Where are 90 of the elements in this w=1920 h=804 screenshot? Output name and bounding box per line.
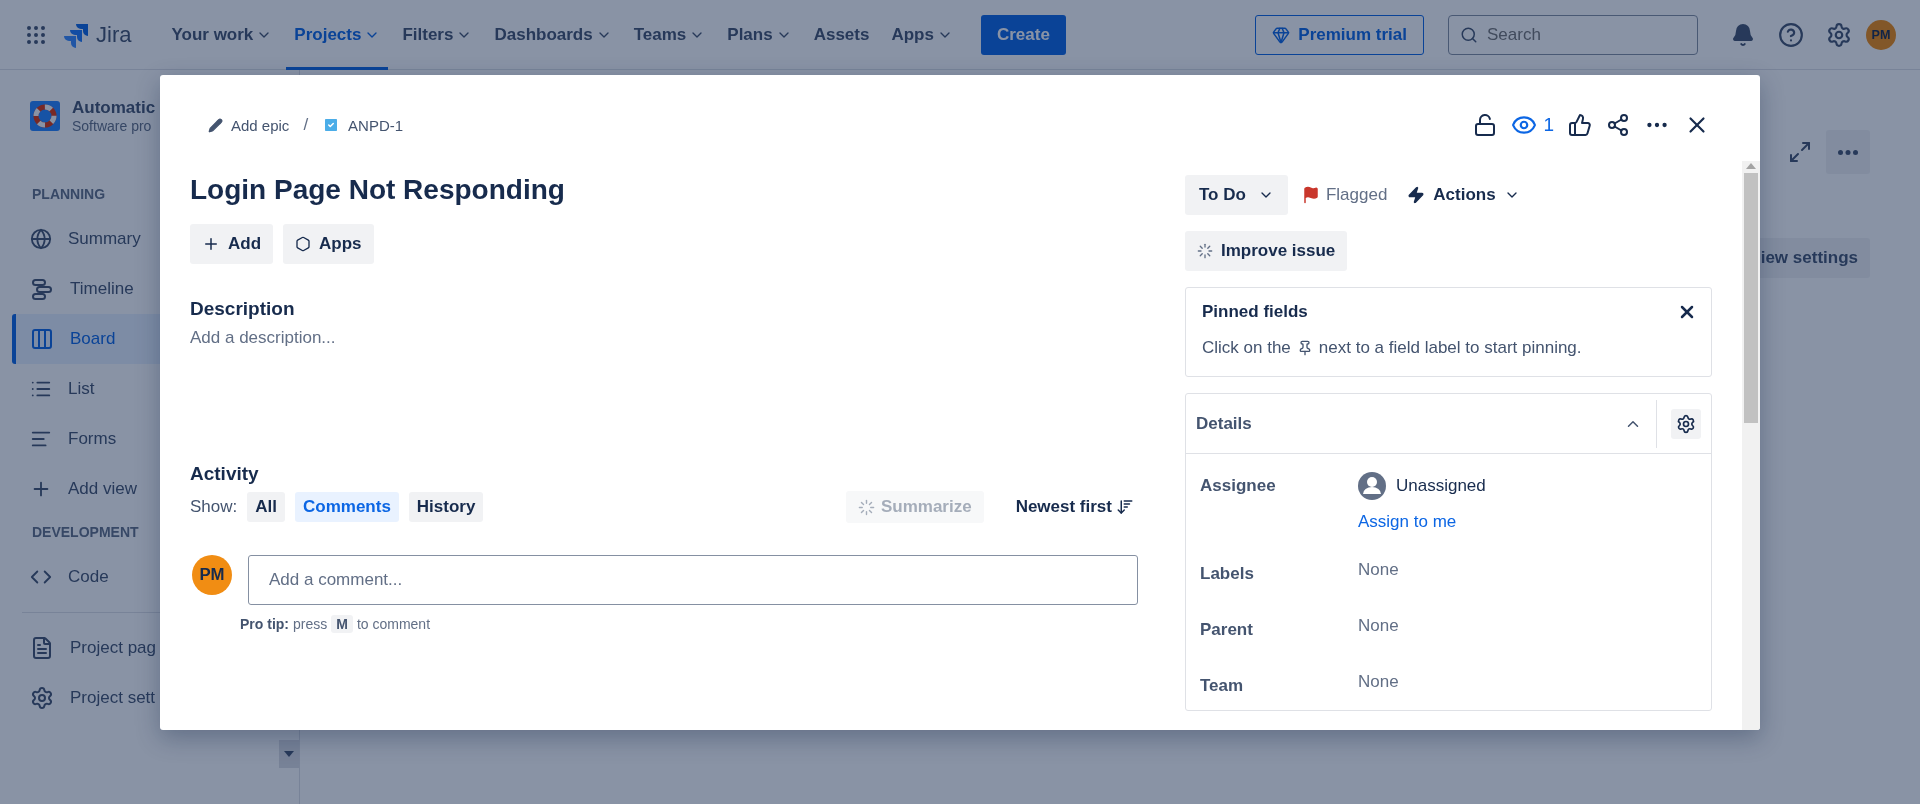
board-icon bbox=[30, 327, 54, 351]
improve-issue-button[interactable]: Improve issue bbox=[1185, 231, 1348, 271]
gem-icon bbox=[1272, 25, 1291, 44]
settings-icon bbox=[30, 686, 54, 710]
sidebar-item[interactable]: List bbox=[12, 364, 302, 414]
nav-item[interactable]: Apps bbox=[883, 0, 961, 70]
timeline-icon bbox=[30, 277, 54, 301]
field-label: Parent bbox=[1200, 619, 1254, 641]
scroll-down-button[interactable] bbox=[279, 740, 299, 768]
sparkle-icon bbox=[1197, 243, 1213, 259]
hint-text: Click on the bbox=[1202, 338, 1291, 358]
actions-button[interactable]: Actions bbox=[1401, 175, 1526, 215]
globe-icon bbox=[30, 228, 52, 250]
section-heading: PLANNING bbox=[32, 185, 106, 204]
expand-icon[interactable] bbox=[1788, 140, 1812, 164]
scrollbar[interactable] bbox=[1742, 161, 1760, 730]
create-button[interactable]: Create bbox=[980, 14, 1066, 55]
watch-button[interactable]: 1 bbox=[1511, 112, 1554, 138]
scrollbar-thumb[interactable] bbox=[1744, 173, 1758, 423]
pencil-icon bbox=[208, 117, 223, 133]
nav-item[interactable]: Teams bbox=[625, 0, 714, 70]
issue-key-link[interactable]: ANPD-1 bbox=[322, 116, 404, 134]
nav-item[interactable]: Dashboards bbox=[486, 0, 620, 70]
page-icon bbox=[30, 636, 54, 660]
share-icon[interactable] bbox=[1606, 113, 1630, 137]
filter-tab[interactable]: Comments bbox=[295, 492, 399, 522]
filter-tab[interactable]: All bbox=[247, 492, 285, 522]
assign-link[interactable]: Assign to me bbox=[1358, 512, 1457, 532]
flag-icon bbox=[1301, 186, 1320, 204]
project-name: Automatic bbox=[72, 98, 156, 118]
unlock-icon[interactable] bbox=[1473, 113, 1498, 137]
field-value[interactable]: Unassigned bbox=[1396, 476, 1486, 496]
field-value[interactable]: None bbox=[1358, 672, 1697, 700]
triangle-icon bbox=[284, 751, 294, 757]
action-button[interactable]: Apps bbox=[283, 224, 374, 264]
hint-text: next to a field label to start pinning. bbox=[1318, 338, 1582, 358]
sort-button[interactable]: Newest first bbox=[1009, 491, 1140, 523]
settings-button[interactable] bbox=[1671, 408, 1701, 439]
filter-tab[interactable]: History bbox=[408, 492, 484, 522]
action-button[interactable]: Add bbox=[190, 224, 274, 264]
project-type: Software pro bbox=[72, 118, 153, 134]
tip-text: to comment bbox=[356, 616, 431, 632]
show-label: Show: bbox=[190, 497, 238, 517]
bell-icon[interactable] bbox=[1731, 22, 1755, 47]
nav-item[interactable]: Filters bbox=[394, 0, 481, 70]
sidebar-item[interactable]: Forms bbox=[12, 414, 302, 464]
more-button[interactable] bbox=[1826, 130, 1870, 174]
user-avatar: PM bbox=[192, 555, 232, 595]
flagged-label: Flagged bbox=[1325, 185, 1388, 205]
plus-icon bbox=[202, 235, 220, 253]
issue-title[interactable]: Login Page Not Responding bbox=[190, 170, 565, 210]
sidebar-item[interactable]: Project sett bbox=[12, 673, 302, 723]
section-heading: DEVELOPMENT bbox=[32, 523, 139, 542]
logo-icon bbox=[64, 21, 90, 48]
help-icon[interactable] bbox=[1778, 21, 1804, 48]
like-icon[interactable] bbox=[1568, 113, 1592, 137]
nav-item[interactable]: Plans bbox=[719, 0, 800, 70]
project-icon bbox=[30, 101, 60, 131]
gear-icon bbox=[1676, 413, 1696, 434]
nav-item[interactable]: Assets bbox=[805, 0, 878, 70]
triangle-icon bbox=[1746, 161, 1756, 169]
field-value[interactable]: None bbox=[1358, 560, 1697, 588]
status-button[interactable]: To Do bbox=[1185, 175, 1288, 215]
field-label: Team bbox=[1200, 675, 1245, 697]
hexagon-icon bbox=[295, 236, 312, 252]
product-name: Jira bbox=[96, 21, 132, 48]
comment-field[interactable]: Add a comment... bbox=[248, 555, 1138, 605]
settings-icon[interactable] bbox=[1826, 21, 1852, 48]
sort-icon bbox=[1116, 498, 1134, 516]
ellipsis-icon bbox=[1838, 149, 1858, 155]
lightning-icon bbox=[1407, 186, 1426, 204]
shortcut-key: M bbox=[331, 615, 353, 633]
field-label: Assignee bbox=[1200, 475, 1277, 497]
section-heading: Activity bbox=[190, 463, 260, 485]
panel-title: Details bbox=[1196, 413, 1253, 434]
sparkle-icon bbox=[857, 498, 875, 516]
breadcrumb-separator: / bbox=[303, 115, 309, 135]
search-icon bbox=[1460, 25, 1478, 44]
user-icon bbox=[1358, 472, 1386, 500]
nav-item[interactable]: Your work bbox=[163, 0, 281, 70]
field-value[interactable]: None bbox=[1358, 616, 1697, 644]
nav-item[interactable]: Projects bbox=[286, 0, 389, 70]
add-epic-link[interactable]: Add epic bbox=[208, 116, 290, 134]
tip-text: press bbox=[293, 616, 328, 632]
search-field[interactable]: Search bbox=[1448, 14, 1698, 55]
user-avatar[interactable]: PM bbox=[1866, 19, 1896, 50]
premium-trial-button[interactable]: Premium trial bbox=[1255, 14, 1424, 55]
field-label: Labels bbox=[1200, 563, 1255, 585]
panel-title: Pinned fields bbox=[1202, 302, 1308, 322]
tip-label: Pro tip: bbox=[240, 616, 289, 632]
